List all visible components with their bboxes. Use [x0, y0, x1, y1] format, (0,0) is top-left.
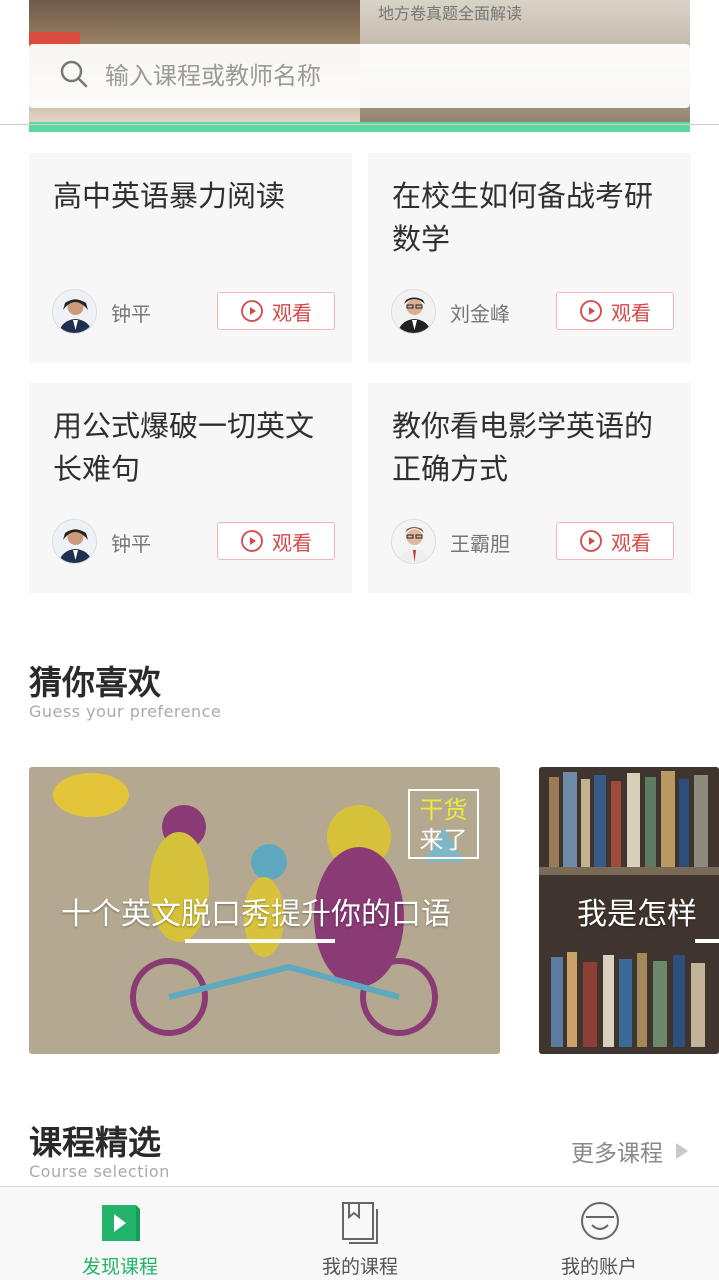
tab-my-courses[interactable]: 我的课程: [240, 1187, 480, 1280]
avatar: [52, 289, 97, 334]
section-title-guess: 猜你喜欢: [29, 663, 161, 702]
more-courses-link[interactable]: 更多课程: [571, 1134, 689, 1168]
my-account-icon: [581, 1202, 619, 1240]
section-title-selection: 课程精选: [29, 1123, 161, 1162]
search-input[interactable]: [105, 62, 625, 90]
watch-label: 观看: [611, 530, 651, 555]
search-bar[interactable]: [29, 44, 690, 108]
avatar: [391, 289, 436, 334]
watch-button[interactable]: 观看: [556, 522, 674, 560]
play-icon: [241, 530, 263, 552]
course-title: 高中英语暴力阅读: [53, 179, 286, 213]
watch-button[interactable]: 观看: [217, 522, 335, 560]
course-card[interactable]: 在校生如何备战考研数学 刘金峰 观看: [368, 153, 691, 363]
recommend-title: 我是怎样: [577, 897, 697, 932]
watch-button[interactable]: 观看: [217, 292, 335, 330]
avatar: [52, 519, 97, 564]
search-icon: [59, 59, 89, 93]
course-card[interactable]: 用公式爆破一切英文长难句 钟平 观看: [29, 383, 352, 593]
play-icon: [580, 300, 602, 322]
watch-label: 观看: [272, 300, 312, 325]
recommend-tag: 干货 来了: [408, 789, 479, 859]
play-icon: [580, 530, 602, 552]
header-divider: [0, 124, 719, 125]
recommend-card[interactable]: 我是怎样: [539, 767, 719, 1054]
course-card[interactable]: 教你看电影学英语的正确方式 王霸胆 观看: [368, 383, 691, 593]
watch-button[interactable]: 观看: [556, 292, 674, 330]
tab-label: 发现课程: [81, 1256, 158, 1278]
section-subtitle-guess: Guess your preference: [29, 702, 222, 721]
watch-label: 观看: [272, 530, 312, 555]
bottom-tab-bar: 发现课程 我的课程 我的账户: [0, 1186, 719, 1280]
discover-courses-icon: [102, 1205, 140, 1241]
play-icon: [241, 300, 263, 322]
tab-discover-courses[interactable]: 发现课程: [0, 1187, 240, 1280]
tag-line-1: 干货: [419, 796, 468, 824]
course-title: 在校生如何备战考研数学: [392, 179, 654, 256]
teacher-name: 刘金峰: [450, 302, 510, 326]
recommend-card[interactable]: 十个英文脱口秀提升你的口语 干货 来了: [29, 767, 500, 1054]
teacher-name: 钟平: [111, 532, 151, 556]
title-underline: [695, 939, 719, 943]
tab-label: 我的账户: [560, 1256, 637, 1278]
course-title: 用公式爆破一切英文长难句: [53, 409, 315, 486]
teacher-name: 王霸胆: [450, 532, 510, 556]
recommend-title: 十个英文脱口秀提升你的口语: [61, 897, 451, 932]
section-subtitle-selection: Course selection: [29, 1162, 170, 1181]
course-card[interactable]: 高中英语暴力阅读 钟平 观看: [29, 153, 352, 363]
tab-my-account[interactable]: 我的账户: [479, 1187, 719, 1280]
tab-label: 我的课程: [321, 1256, 398, 1278]
chevron-right-icon: [676, 1143, 688, 1159]
title-underline: [185, 939, 335, 943]
more-courses-label: 更多课程: [571, 1141, 663, 1167]
banner-caption: 地方卷真题全面解读: [378, 4, 523, 23]
my-courses-icon: [342, 1202, 378, 1244]
teacher-name: 钟平: [111, 302, 151, 326]
watch-label: 观看: [611, 300, 651, 325]
avatar: [391, 519, 436, 564]
tag-line-2: 来了: [419, 826, 468, 854]
course-title: 教你看电影学英语的正确方式: [392, 409, 654, 486]
